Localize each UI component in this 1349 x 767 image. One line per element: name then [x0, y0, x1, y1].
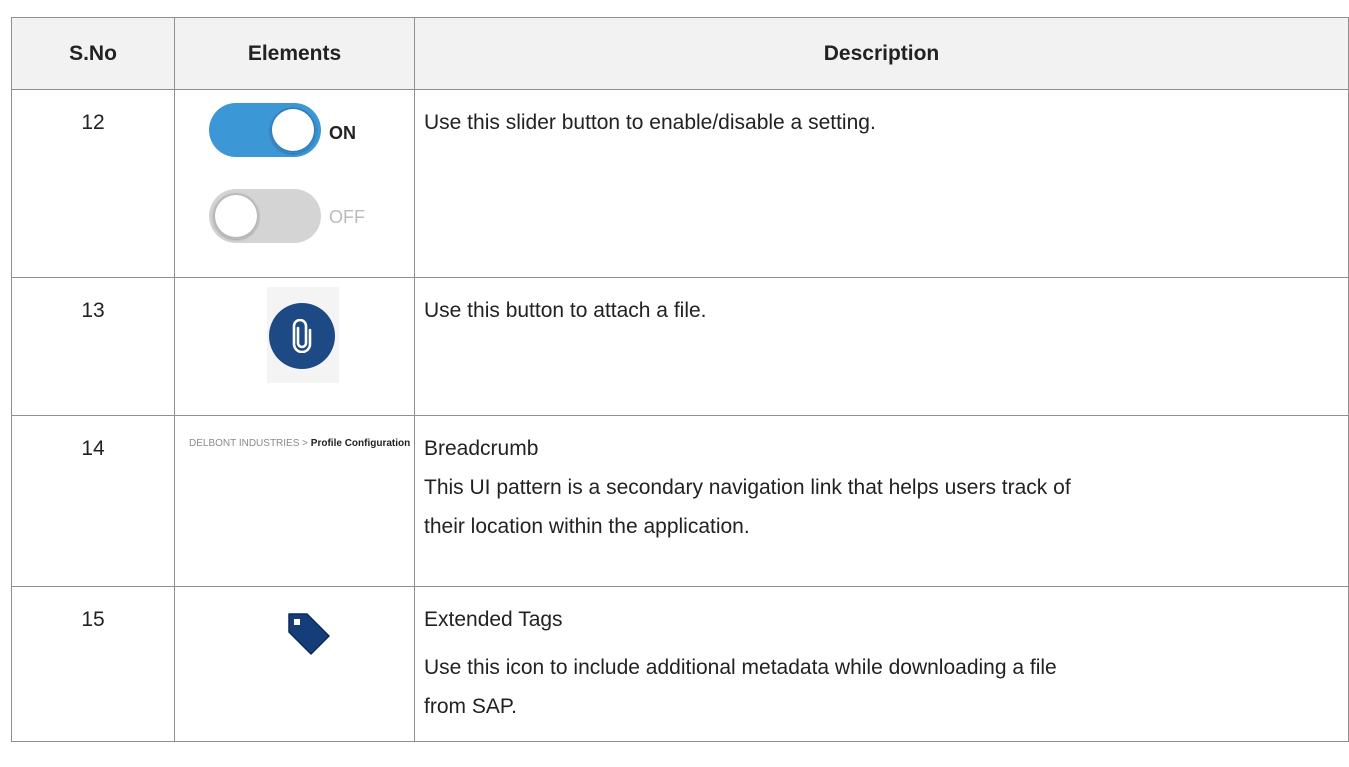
row-number: 15	[11, 586, 175, 742]
attach-button-frame	[267, 287, 339, 383]
table-row: 13 Use this button to attach a file.	[11, 277, 1349, 416]
element-cell	[174, 277, 415, 416]
element-cell	[174, 586, 415, 742]
header-sno: S.No	[11, 17, 175, 90]
toggle-knob	[270, 107, 316, 153]
table-row: 12 ON OFF Use this slider button to enab…	[11, 89, 1349, 278]
breadcrumb-root[interactable]: DELBONT INDUSTRIES	[189, 438, 299, 449]
header-elements: Elements	[174, 17, 415, 90]
description-text: from SAP.	[424, 695, 517, 718]
description-cell: Use this slider button to enable/disable…	[414, 89, 1349, 278]
description-title: Extended Tags	[424, 608, 563, 631]
tag-icon[interactable]	[285, 610, 333, 658]
elements-table: S.No Elements Description 12 ON OFF Use …	[11, 17, 1349, 742]
description-cell: Breadcrumb This UI pattern is a secondar…	[414, 415, 1349, 587]
description-text: Use this button to attach a file.	[424, 299, 707, 322]
table-row: 15 Extended Tags Use this icon to includ…	[11, 586, 1349, 742]
row-number: 13	[11, 277, 175, 416]
toggle-switch-off[interactable]	[209, 189, 321, 243]
toggle-knob	[213, 193, 259, 239]
header-description: Description	[414, 17, 1349, 90]
description-text: Use this slider button to enable/disable…	[424, 111, 876, 134]
toggle-on-label: ON	[329, 123, 356, 143]
attach-button[interactable]	[269, 303, 335, 369]
description-cell: Use this button to attach a file.	[414, 277, 1349, 416]
description-text: This UI pattern is a secondary navigatio…	[424, 476, 1071, 499]
description-text: their location within the application.	[424, 515, 750, 538]
table-row: 14 DELBONT INDUSTRIES > Profile Configur…	[11, 415, 1349, 587]
element-cell: ON OFF	[174, 89, 415, 278]
breadcrumb-separator: >	[302, 438, 309, 449]
description-cell: Extended Tags Use this icon to include a…	[414, 586, 1349, 742]
description-text: Use this icon to include additional meta…	[424, 656, 1057, 679]
paperclip-icon	[292, 319, 312, 353]
toggle-switch-on[interactable]	[209, 103, 321, 157]
table-header-row: S.No Elements Description	[11, 17, 1349, 90]
breadcrumb: DELBONT INDUSTRIES > Profile Configurati…	[189, 438, 410, 450]
breadcrumb-current: Profile Configuration	[310, 438, 411, 449]
element-cell: DELBONT INDUSTRIES > Profile Configurati…	[174, 415, 415, 587]
toggle-off-label: OFF	[329, 207, 365, 227]
description-title: Breadcrumb	[424, 437, 539, 460]
row-number: 14	[11, 415, 175, 587]
row-number: 12	[11, 89, 175, 278]
